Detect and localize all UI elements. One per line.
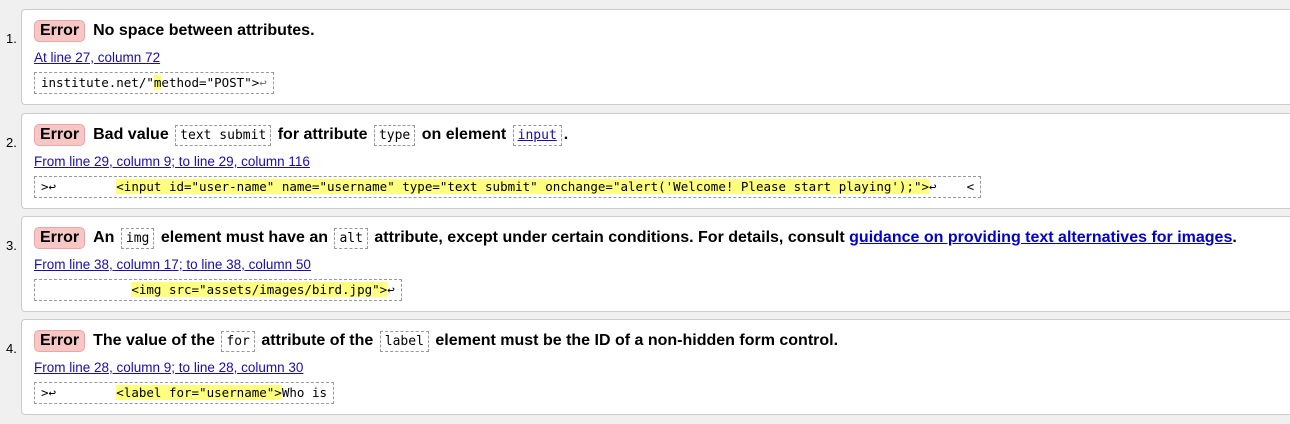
error-message-text: .: [1232, 229, 1237, 246]
error-message: Error No space between attributes.: [34, 20, 315, 42]
element-code: img: [120, 228, 155, 249]
error-message-text: on element: [421, 126, 507, 143]
error-message-text: attribute of the: [261, 332, 374, 349]
error-location-link[interactable]: From line 38, column 17; to line 38, col…: [34, 257, 311, 272]
error-card: Error An img element must have an alt att…: [21, 216, 1290, 312]
extract-highlight: <img src="assets/images/bird.jpg">: [131, 282, 388, 297]
source-extract: >↩ <label for="username">Who is: [34, 382, 334, 404]
element-code: input: [512, 125, 562, 146]
extract-text: >↩: [41, 179, 117, 194]
error-message: Error Bad value text submit for attribute…: [34, 124, 568, 147]
element-code: label: [379, 331, 429, 352]
extract-text: institute.net/": [41, 75, 154, 90]
error-number: 3.: [6, 238, 17, 253]
error-card: Error The value of the for attribute of t…: [21, 319, 1290, 415]
error-number: 2.: [6, 135, 17, 150]
error-message-text: No space between attributes.: [93, 22, 315, 39]
error-message-text: An: [93, 229, 115, 246]
extract-highlight: <input id="user-name" name="username" ty…: [116, 179, 930, 194]
extract-text: >↩: [41, 385, 117, 400]
error-badge: Error: [34, 330, 86, 352]
error-card: Error Bad value text submit for attribute…: [21, 113, 1290, 209]
error-item: 4. Error The value of the for attribute o…: [0, 319, 1290, 415]
error-item: 2. Error Bad value text submit for attrib…: [0, 113, 1290, 209]
error-message: Error An img element must have an alt att…: [34, 227, 1237, 250]
error-message: Error The value of the for attribute of t…: [34, 330, 838, 353]
error-message-text: The value of the: [93, 332, 215, 349]
extract-highlight: <label for="username">: [116, 385, 282, 400]
error-number: 1.: [6, 31, 17, 46]
source-extract: institute.net/"method="POST">↩: [34, 72, 274, 94]
error-location-link[interactable]: From line 29, column 9; to line 29, colu…: [34, 154, 310, 169]
error-message-text: .: [563, 126, 569, 143]
error-message-text: Bad value: [93, 126, 169, 143]
error-item: 1. Error No space between attributes. At …: [0, 9, 1290, 105]
value-code: text submit: [175, 125, 272, 146]
attribute-code: type: [373, 125, 416, 146]
error-message-text: element must have an: [160, 229, 329, 246]
error-location-link[interactable]: From line 28, column 9; to line 28, colu…: [34, 360, 303, 375]
extract-text: ↩: [387, 282, 395, 297]
guidance-link[interactable]: guidance on providing text alternatives …: [849, 229, 1232, 246]
source-extract: >↩ <input id="user-name" name="username"…: [34, 176, 982, 198]
error-card: Error No space between attributes. At lin…: [21, 9, 1290, 105]
element-spec-link[interactable]: input: [518, 128, 557, 143]
error-badge: Error: [34, 124, 86, 146]
attribute-code: alt: [334, 228, 368, 249]
error-badge: Error: [34, 227, 86, 249]
error-message-text: for attribute: [277, 126, 368, 143]
extract-text: Who is: [281, 385, 327, 400]
error-item: 3. Error An img element must have an alt …: [0, 216, 1290, 312]
source-extract: <img src="assets/images/bird.jpg">↩: [34, 279, 402, 301]
error-badge: Error: [34, 20, 86, 42]
error-location-link[interactable]: At line 27, column 72: [34, 50, 160, 65]
error-message-text: element must be the ID of a non-hidden f…: [435, 332, 839, 349]
extract-text: ↩ <: [929, 179, 975, 194]
error-message-text: attribute, except under certain conditio…: [374, 229, 845, 246]
error-number: 4.: [6, 341, 17, 356]
extract-text: ethod="POST">: [161, 75, 260, 90]
extract-text: [41, 282, 131, 297]
line-feed-icon: ↩: [259, 75, 267, 90]
attribute-code: for: [221, 331, 255, 352]
